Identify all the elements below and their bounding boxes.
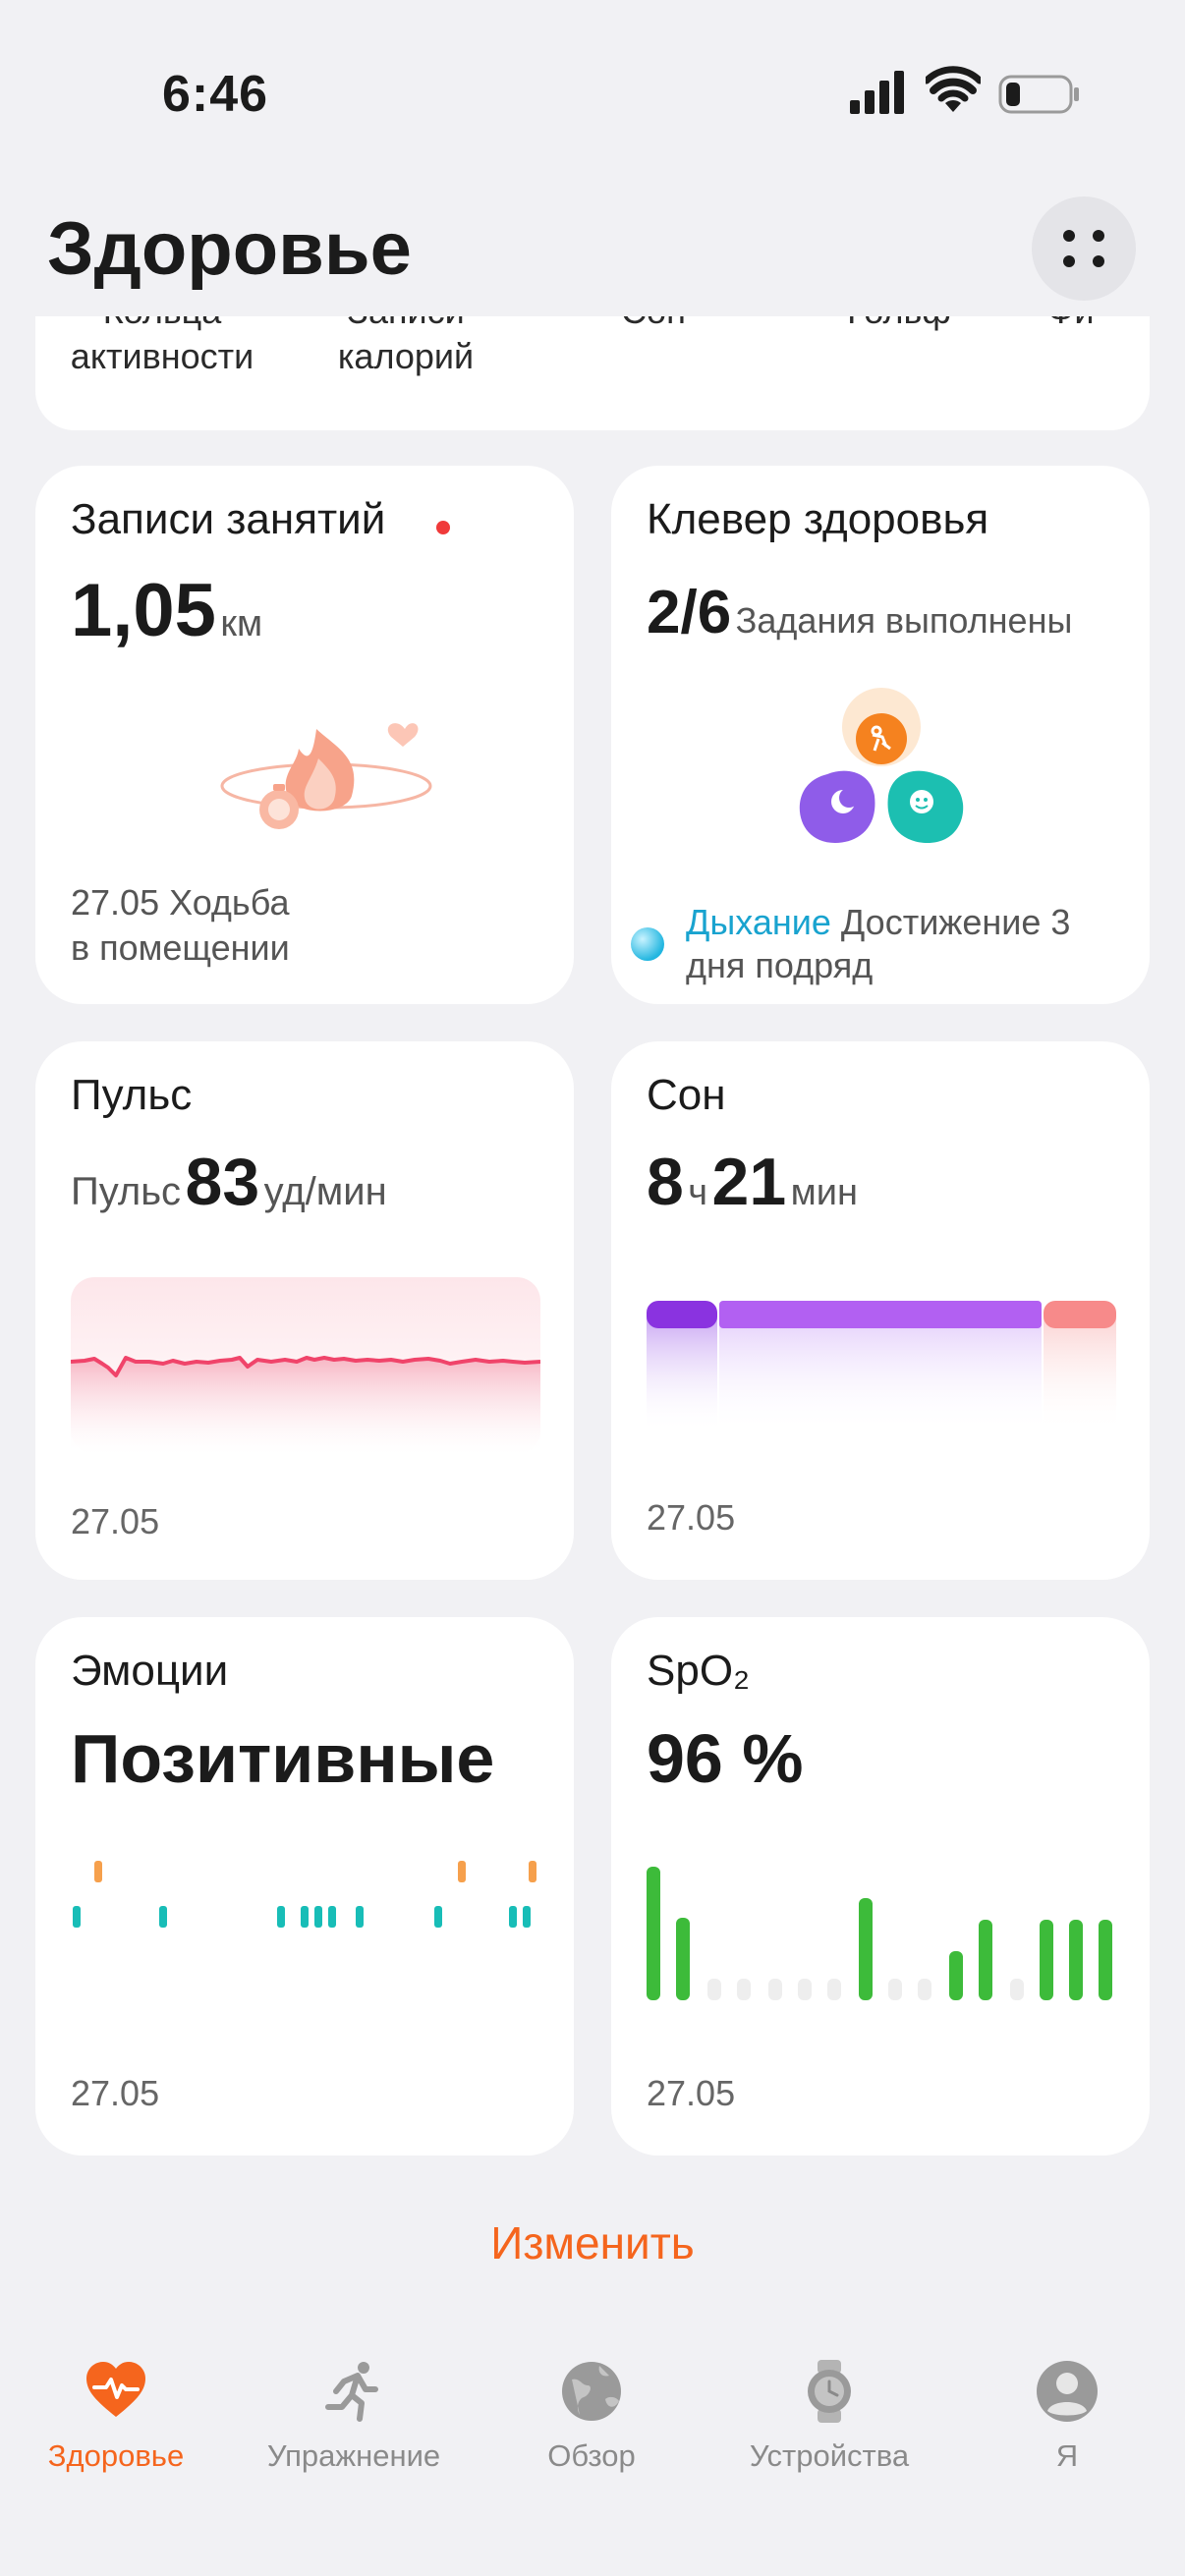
- dot-icon: [1093, 230, 1104, 242]
- heart-pulse-icon: [86, 2362, 145, 2417]
- distance-unit: км: [220, 603, 263, 644]
- activity-records-card[interactable]: Записи занятий 1,05 км 27.05 Ходьба в по…: [35, 466, 574, 1004]
- cellular-signal-icon: [850, 71, 904, 114]
- wifi-icon: [926, 66, 981, 112]
- bottom-navigation: Здоровье Упражнение Обзор Устройства Я: [0, 2328, 1185, 2576]
- pulse-unit: уд/мин: [263, 1170, 387, 1213]
- sleep-stages-chart: [647, 1301, 1116, 1432]
- card-title: Сон: [647, 1071, 726, 1119]
- status-time: 6:46: [162, 66, 269, 123]
- new-indicator-dot: [436, 521, 450, 534]
- activity-description-line2: в помещении: [71, 927, 290, 968]
- pulse-prefix: Пульс: [71, 1170, 182, 1213]
- distance-value: 1,05: [71, 569, 216, 652]
- sleep-hours-value: 8: [647, 1145, 684, 1219]
- breathing-link[interactable]: Дыхание: [686, 902, 831, 942]
- nav-health-label: Здоровье: [47, 2438, 185, 2473]
- card-title: Записи занятий: [71, 495, 386, 543]
- tasks-label: Задания выполнены: [735, 600, 1073, 641]
- emotion-value: Позитивные: [71, 1720, 495, 1797]
- spo2-card[interactable]: SpO₂ 96 % 27.05: [611, 1617, 1150, 2156]
- battery-icon: [998, 75, 1079, 114]
- running-icon: [325, 2362, 378, 2422]
- breathing-icon: [631, 927, 664, 961]
- dot-icon: [1093, 255, 1104, 267]
- card-title: SpO₂: [647, 1647, 751, 1695]
- nav-devices-label: Устройства: [749, 2438, 910, 2473]
- health-clover-icon: [799, 688, 964, 843]
- achievement-text-line1: Достижение 3: [830, 902, 1071, 942]
- watch-icon: [808, 2360, 851, 2423]
- nav-me-label: Я: [1055, 2438, 1079, 2473]
- spo2-value: 96 %: [647, 1720, 804, 1797]
- activity-description-line1: 27.05 Ходьба: [71, 882, 290, 923]
- page-title: Здоровье: [47, 207, 412, 291]
- card-title: Эмоции: [71, 1647, 229, 1695]
- nav-exercise-label: Упражнение: [266, 2438, 441, 2473]
- emotions-card[interactable]: Эмоции Позитивные 27.05: [35, 1617, 574, 2156]
- achievement-text-line2: дня подряд: [686, 945, 874, 985]
- pulse-value: 83: [185, 1145, 260, 1219]
- sleep-minutes-unit: мин: [790, 1172, 858, 1213]
- dot-icon: [1063, 255, 1075, 267]
- emotions-date: 27.05: [71, 2073, 160, 2113]
- sleep-date: 27.05: [647, 1497, 736, 1538]
- heart-rate-card[interactable]: Пульс Пульс 83 уд/мин 27.05: [35, 1041, 574, 1580]
- profile-avatar-icon: [1037, 2361, 1098, 2422]
- sleep-hours-unit: ч: [688, 1172, 708, 1213]
- more-options-button[interactable]: [1032, 196, 1136, 301]
- sleep-card[interactable]: Сон 8 ч 21 мин 27.05: [611, 1041, 1150, 1580]
- spo2-date: 27.05: [647, 2073, 736, 2113]
- flame-illustration-icon: [220, 723, 432, 829]
- pulse-date: 27.05: [71, 1501, 160, 1541]
- emotions-chart: [73, 1861, 536, 1928]
- tasks-value: 2/6: [647, 579, 732, 646]
- edit-button[interactable]: Изменить: [0, 2216, 1185, 2269]
- globe-icon: [562, 2362, 621, 2421]
- sleep-minutes-value: 21: [711, 1145, 787, 1219]
- spo2-chart: [647, 1867, 1112, 2000]
- heart-rate-chart: [71, 1277, 540, 1454]
- dot-icon: [1063, 230, 1075, 242]
- card-title: Клевер здоровья: [647, 495, 989, 543]
- nav-overview-label: Обзор: [547, 2438, 636, 2473]
- card-title: Пульс: [71, 1071, 193, 1119]
- health-clover-card[interactable]: Клевер здоровья 2/6 Задания выполнены Ды…: [611, 466, 1150, 1004]
